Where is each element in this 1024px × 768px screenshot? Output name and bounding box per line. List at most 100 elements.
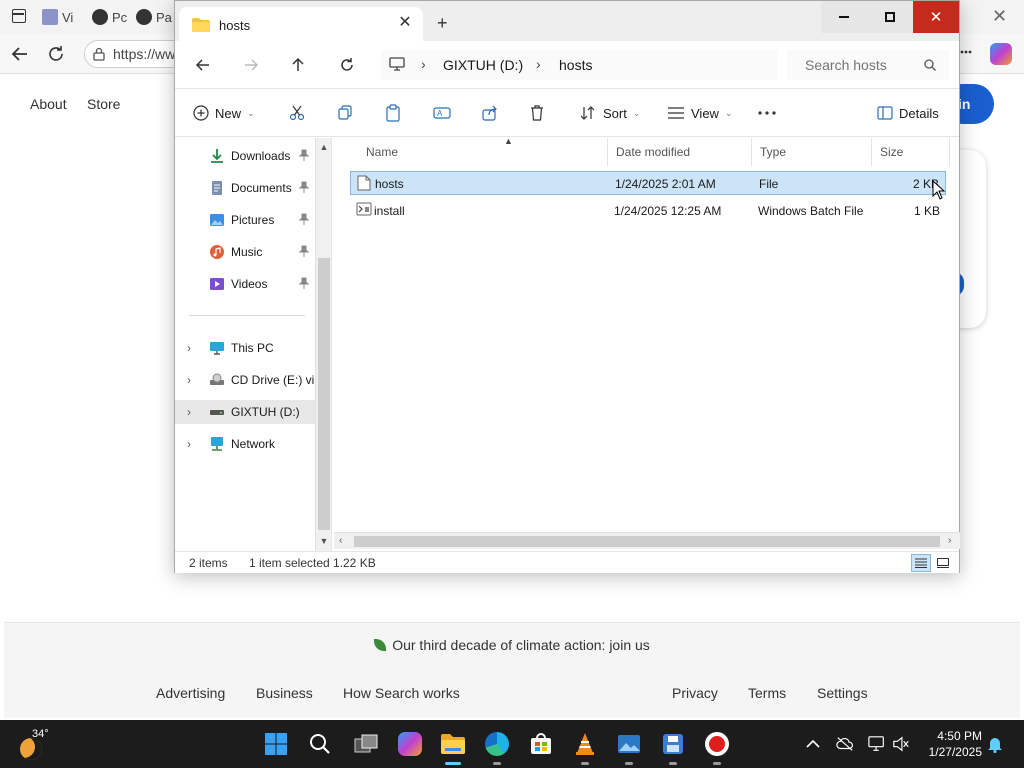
file-explorer-app[interactable] [439, 730, 467, 758]
nav-item-this-pc[interactable]: › This PC [175, 336, 315, 360]
photos-app[interactable] [615, 730, 643, 758]
refresh-icon[interactable] [46, 44, 66, 64]
chevron-right-icon[interactable]: › [187, 437, 197, 451]
nav-item-cd-drive[interactable]: › CD Drive (E:) virt [175, 368, 315, 392]
plus-circle-icon [193, 105, 209, 121]
nav-item-documents[interactable]: Documents [175, 176, 315, 200]
footer-link-settings[interactable]: Settings [817, 685, 868, 701]
tab-actions-icon[interactable] [12, 9, 26, 23]
scroll-down-icon[interactable]: ▼ [319, 536, 329, 546]
copilot-icon[interactable] [990, 43, 1012, 65]
footer-link-privacy[interactable]: Privacy [672, 685, 718, 701]
taskbar: 34° 4:50 PM 1/27/2025 [0, 720, 1024, 768]
climate-banner[interactable]: Our third decade of climate action: join… [4, 637, 1020, 653]
onedrive-tray[interactable] [836, 735, 854, 753]
minimize-button[interactable] [821, 1, 867, 33]
more-options-icon[interactable] [960, 50, 972, 54]
nav-item-downloads[interactable]: Downloads [175, 144, 315, 168]
up-arrow-icon[interactable] [288, 55, 308, 75]
share-icon[interactable] [482, 105, 498, 121]
copy-icon[interactable] [337, 105, 353, 121]
breadcrumb-folder[interactable]: hosts [559, 57, 592, 73]
cut-icon[interactable] [289, 105, 305, 121]
file-size: 1 KB [913, 204, 940, 218]
nav-scroll-thumb[interactable] [318, 258, 330, 530]
search-input[interactable] [791, 50, 921, 80]
browser-tab-2[interactable]: Pc [92, 7, 127, 27]
new-tab-icon[interactable]: + [437, 13, 448, 34]
search-box[interactable] [787, 50, 949, 80]
tiles-view-toggle[interactable] [933, 554, 953, 572]
close-button[interactable]: ✕ [913, 1, 959, 33]
task-view-button[interactable] [352, 730, 380, 758]
weather-widget[interactable]: 34° [18, 728, 49, 760]
address-box[interactable]: › GIXTUH (D:) › hosts [381, 50, 777, 80]
copilot-app[interactable] [396, 730, 424, 758]
column-header-date[interactable]: Date modified [608, 138, 752, 166]
rename-icon[interactable]: A [433, 105, 451, 121]
vlc-app[interactable] [571, 730, 599, 758]
network-monitor-icon [868, 736, 884, 751]
column-header-name[interactable]: Name ▲ [358, 136, 608, 166]
scroll-left-icon[interactable]: ‹ [339, 535, 342, 546]
system-clock[interactable]: 4:50 PM 1/27/2025 [918, 728, 982, 760]
horizontal-scroll-thumb[interactable] [354, 536, 940, 547]
store-link[interactable]: Store [87, 96, 120, 112]
footer-link-terms[interactable]: Terms [748, 685, 786, 701]
nav-item-label: Videos [231, 277, 268, 291]
chevron-right-icon[interactable]: › [187, 341, 197, 355]
chevron-right-icon[interactable]: › [187, 373, 197, 387]
pin-icon [299, 245, 309, 257]
nav-item-gixtuh-drive[interactable]: › GIXTUH (D:) [175, 400, 315, 424]
delete-icon[interactable] [529, 104, 545, 122]
new-button[interactable]: New ⌄ [193, 103, 255, 123]
scroll-up-icon[interactable]: ▲ [319, 142, 329, 152]
notifications-button[interactable] [986, 735, 1004, 753]
explorer-tab-title: hosts [219, 18, 251, 33]
screen-recorder-app[interactable] [703, 730, 731, 758]
forward-arrow-icon[interactable] [241, 55, 261, 75]
nav-item-music[interactable]: Music [175, 240, 315, 264]
nav-item-videos[interactable]: Videos [175, 272, 315, 296]
explorer-tab[interactable]: hosts ✕ [179, 7, 423, 41]
browser-tab-1[interactable]: Vi [42, 7, 73, 27]
refresh-icon[interactable] [337, 55, 357, 75]
details-view-toggle[interactable] [911, 554, 931, 572]
nav-item-pictures[interactable]: Pictures [175, 208, 315, 232]
paste-icon[interactable] [385, 104, 401, 122]
column-header-type[interactable]: Type [752, 138, 872, 166]
browser-tab-3[interactable]: Pa [136, 7, 172, 27]
chevron-right-icon[interactable]: › [187, 405, 197, 419]
file-row-install[interactable]: install 1/24/2025 12:25 AM Windows Batch… [350, 199, 946, 223]
store-app[interactable] [527, 730, 555, 758]
back-arrow-icon[interactable] [10, 44, 30, 64]
tab-close-icon[interactable]: ✕ [397, 15, 413, 31]
scroll-right-icon[interactable]: › [948, 535, 951, 546]
file-row-hosts[interactable]: hosts 1/24/2025 2:01 AM File 2 KB [350, 171, 946, 195]
start-button[interactable] [262, 730, 290, 758]
footer-link-business[interactable]: Business [256, 685, 313, 701]
more-options-icon[interactable] [758, 111, 776, 115]
save-app[interactable] [659, 730, 687, 758]
store-icon [531, 733, 551, 754]
details-button[interactable]: Details [877, 103, 939, 123]
sort-button[interactable]: Sort ⌄ [579, 103, 640, 123]
back-arrow-icon[interactable] [193, 55, 213, 75]
nav-item-network[interactable]: › Network [175, 432, 315, 456]
chevron-up-icon [806, 739, 820, 748]
nav-scrollbar[interactable]: ▲ ▼ [315, 138, 331, 551]
about-link[interactable]: About [30, 96, 67, 112]
footer-link-how-search-works[interactable]: How Search works [343, 685, 460, 701]
breadcrumb-drive[interactable]: GIXTUH (D:) [443, 57, 523, 73]
horizontal-scrollbar[interactable]: ‹ › [334, 532, 960, 549]
maximize-button[interactable] [867, 1, 913, 33]
network-tray[interactable] [868, 735, 886, 753]
edge-app[interactable] [483, 730, 511, 758]
view-button[interactable]: View ⌄ [667, 103, 733, 123]
column-header-size[interactable]: Size [872, 138, 950, 166]
browser-close-icon[interactable]: ✕ [992, 6, 1007, 27]
show-hidden-icons-button[interactable] [804, 735, 822, 753]
footer-link-advertising[interactable]: Advertising [156, 685, 225, 701]
volume-tray[interactable] [892, 735, 910, 753]
search-button[interactable] [306, 730, 334, 758]
